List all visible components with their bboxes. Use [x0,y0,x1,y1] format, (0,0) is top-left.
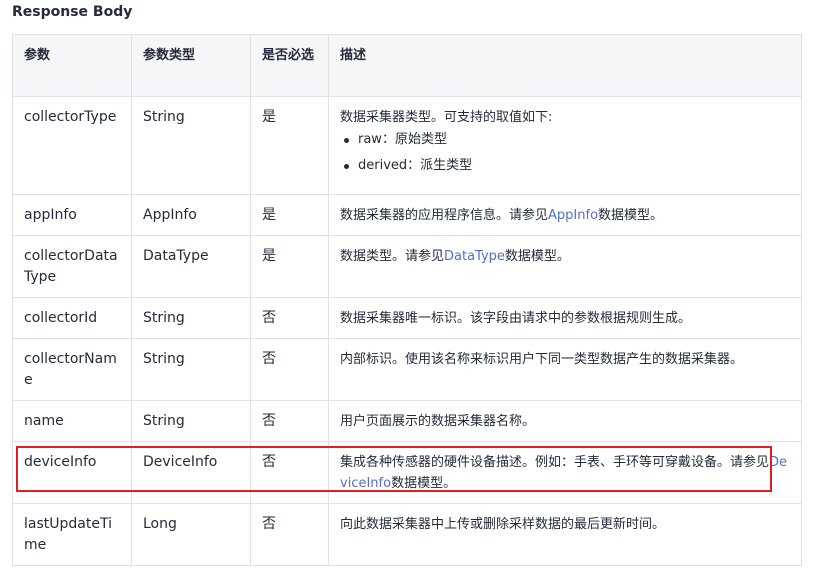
cell-type: DeviceInfo [131,441,251,504]
description-text: 集成各种传感器的硬件设备描述。例如：手表、手环等可穿戴设备。请参见 [340,455,770,470]
table-row: collectorName String 否 内部标识。使用该名称来标识用户下同… [12,338,802,401]
cell-type: String [131,400,251,442]
cell-param: collectorName [12,338,132,401]
response-body-table: 参数 参数类型 是否必选 描述 collectorType String 是 数… [12,34,802,566]
header-description: 描述 [328,34,802,97]
cell-type: Long [131,503,251,566]
table-row: collectorDataType DataType 是 数据类型。请参见Dat… [12,235,802,298]
cell-required: 是 [250,96,329,195]
cell-param: collectorType [12,96,132,195]
section-title: Response Body [12,4,133,20]
description-text: 数据采集器的应用程序信息。请参见 [340,208,549,223]
table-row: appInfo AppInfo 是 数据采集器的应用程序信息。请参见AppInf… [12,194,802,236]
cell-description: 集成各种传感器的硬件设备描述。例如：手表、手环等可穿戴设备。请参见DeviceI… [328,441,802,504]
cell-required: 否 [250,338,329,401]
header-required: 是否必选 [250,34,329,97]
cell-required: 否 [250,441,329,504]
cell-description: 数据采集器类型。可支持的取值如下: raw：原始类型 derived：派生类型 [328,96,802,195]
description-text: 数据模型。 [391,476,457,491]
table-row: lastUpdateTime Long 否 向此数据采集器中上传或删除采样数据的… [12,503,802,566]
value-list: raw：原始类型 derived：派生类型 [340,130,790,176]
cell-required: 否 [250,400,329,442]
cell-type: String [131,297,251,339]
cell-type: DataType [131,235,251,298]
table-row: name String 否 用户页面展示的数据采集器名称。 [12,400,802,442]
cell-required: 是 [250,235,329,298]
cell-description: 数据采集器唯一标识。该字段由请求中的参数根据规则生成。 [328,297,802,339]
cell-description: 向此数据采集器中上传或删除采样数据的最后更新时间。 [328,503,802,566]
cell-param: collectorId [12,297,132,339]
cell-type: String [131,96,251,195]
cell-param: collectorDataType [12,235,132,298]
cell-description: 数据类型。请参见DataType数据模型。 [328,235,802,298]
header-type: 参数类型 [131,34,251,97]
cell-required: 否 [250,297,329,339]
cell-required: 否 [250,503,329,566]
description-text: 数据采集器类型。可支持的取值如下: [340,110,553,125]
table-row: collectorId String 否 数据采集器唯一标识。该字段由请求中的参… [12,297,802,339]
cell-param: lastUpdateTime [12,503,132,566]
cell-type: String [131,338,251,401]
description-text: 数据模型。 [504,249,570,264]
table-row: deviceInfo DeviceInfo 否 集成各种传感器的硬件设备描述。例… [12,441,802,504]
header-param: 参数 [12,34,132,97]
description-text: 数据模型。 [598,208,664,223]
cell-required: 是 [250,194,329,236]
description-text: 数据类型。请参见 [340,249,445,264]
cell-description: 用户页面展示的数据采集器名称。 [328,400,802,442]
table-row: collectorType String 是 数据采集器类型。可支持的取值如下:… [12,96,802,195]
datatype-link[interactable]: DataType [444,249,505,264]
cell-description: 内部标识。使用该名称来标识用户下同一类型数据产生的数据采集器。 [328,338,802,401]
list-item: raw：原始类型 [340,130,790,150]
list-item: derived：派生类型 [340,156,790,176]
appinfo-link[interactable]: AppInfo [548,208,598,223]
cell-description: 数据采集器的应用程序信息。请参见AppInfo数据模型。 [328,194,802,236]
cell-param: deviceInfo [12,441,132,504]
cell-type: AppInfo [131,194,251,236]
table-header-row: 参数 参数类型 是否必选 描述 [12,34,802,97]
cell-param: appInfo [12,194,132,236]
cell-param: name [12,400,132,442]
